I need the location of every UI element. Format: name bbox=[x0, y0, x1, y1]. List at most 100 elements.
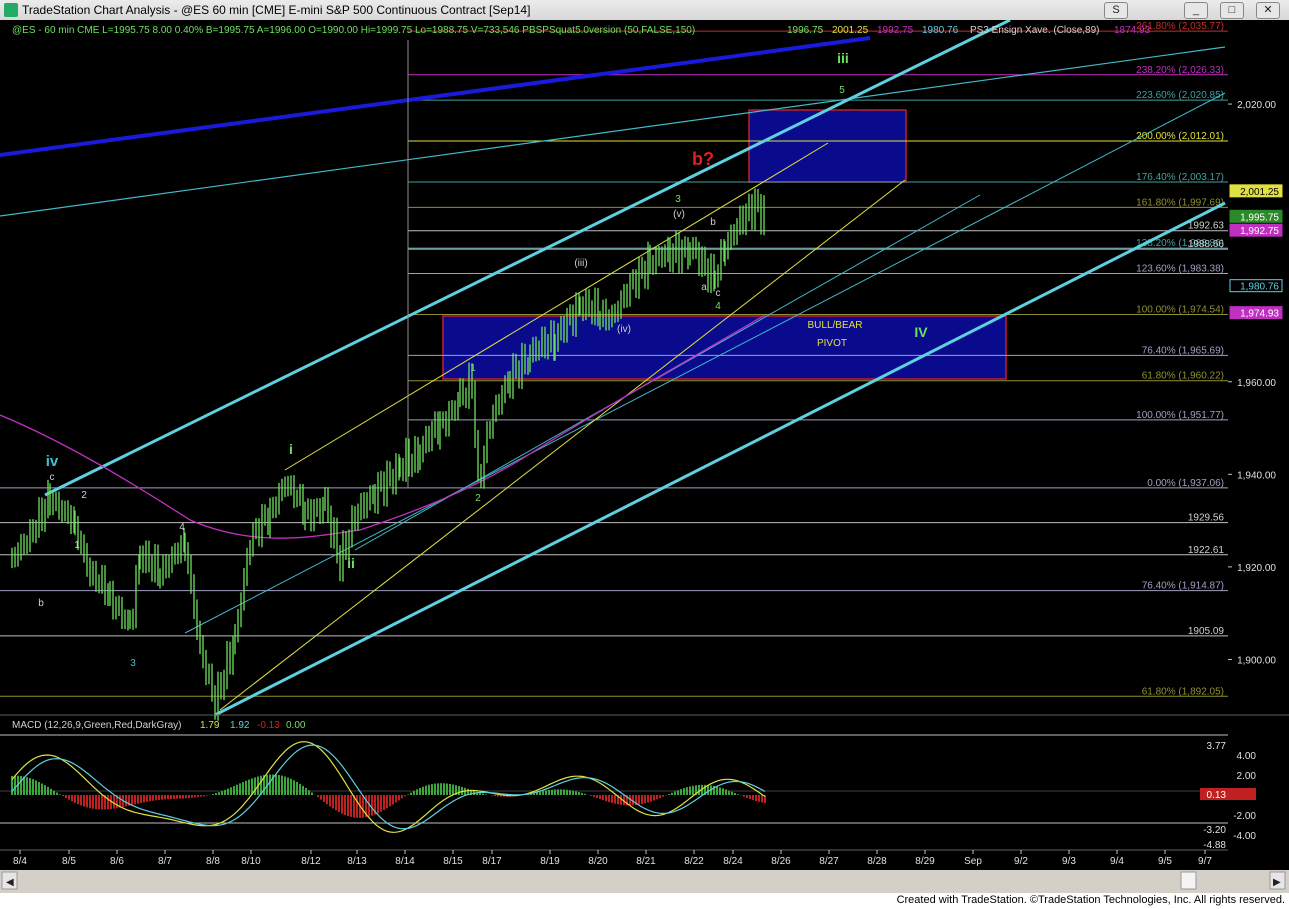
title-bar: TradeStation Chart Analysis - @ES 60 min… bbox=[0, 0, 1289, 21]
macd-tag-label: 3.77 bbox=[1207, 741, 1227, 752]
price-tick-label: 2,020.00 bbox=[1237, 100, 1276, 111]
date-label: 8/13 bbox=[347, 856, 367, 867]
date-label: 8/5 bbox=[62, 856, 76, 867]
price-tag-label: 1,995.75 bbox=[1240, 212, 1279, 223]
date-label: 8/28 bbox=[867, 856, 887, 867]
macd-value-4: 0.00 bbox=[286, 720, 306, 731]
ensign-value: 1874.93 bbox=[1114, 25, 1151, 36]
macd-value-1: 1.79 bbox=[200, 720, 220, 731]
wave-label: b? bbox=[692, 149, 714, 169]
close-button[interactable]: ✕ bbox=[1256, 2, 1280, 19]
wave-label: 5 bbox=[839, 85, 845, 96]
pivot-label-line2: PIVOT bbox=[817, 338, 847, 349]
macd-tag-label: 0.13 bbox=[1207, 790, 1227, 801]
macd-tick-label: 2.00 bbox=[1237, 771, 1257, 782]
date-label: 8/26 bbox=[771, 856, 791, 867]
date-label: 9/3 bbox=[1062, 856, 1076, 867]
wave-label: ii bbox=[347, 555, 355, 571]
macd-tick-label: -2.00 bbox=[1233, 811, 1256, 822]
price-axis: 2,020.00 1,960.00 1,940.00 1,920.00 1,900.00… bbox=[1228, 20, 1289, 720]
symbol-line: @ES - 60 min CME L=1995.75 8.00 0.40% B=… bbox=[12, 25, 695, 36]
wave-label: 3 bbox=[675, 194, 681, 205]
fib-label: 100.00% (1,974.54) bbox=[1136, 304, 1224, 315]
date-label: 8/8 bbox=[206, 856, 220, 867]
wave-label: 4 bbox=[715, 301, 721, 312]
wave-label: a bbox=[701, 282, 707, 293]
wave-label: i bbox=[289, 441, 293, 457]
macd-value-3: -0.13 bbox=[257, 720, 280, 731]
fib-label: 100.00% (1,951.77) bbox=[1136, 410, 1224, 421]
horizontal-scrollbar[interactable]: ◀ ▶ bbox=[0, 870, 1289, 893]
wave-label: 4 bbox=[179, 522, 185, 533]
macd-tag-label: -3.20 bbox=[1203, 825, 1226, 836]
ensign-label: PS3 Ensign Xave. (Close,89) bbox=[970, 25, 1100, 36]
pivot-label-line1: BULL/BEAR bbox=[807, 320, 862, 331]
chart-background bbox=[0, 20, 1289, 893]
fib-label: 1929.56 bbox=[1188, 513, 1225, 524]
wave-label: 2 bbox=[475, 493, 481, 504]
fib-label: 1905.09 bbox=[1188, 626, 1225, 637]
date-label: 8/14 bbox=[395, 856, 415, 867]
price-tick-label: 1,960.00 bbox=[1237, 378, 1276, 389]
wave-label: iii bbox=[837, 50, 849, 66]
macd-tick-label: 4.00 bbox=[1237, 751, 1257, 762]
macd-tick-label: -4.00 bbox=[1233, 831, 1256, 842]
chart-area[interactable]: 261.80% (2,035.77)238.20% (2,026.33)223.… bbox=[0, 20, 1289, 893]
price-tick-label: 1,920.00 bbox=[1237, 563, 1276, 574]
wave-label: IV bbox=[914, 324, 928, 340]
date-label: 8/27 bbox=[819, 856, 839, 867]
footer: Created with TradeStation. ©TradeStation… bbox=[0, 893, 1289, 909]
date-label: 8/17 bbox=[482, 856, 502, 867]
scroll-thumb[interactable] bbox=[1180, 871, 1197, 890]
fib-label: 1922.61 bbox=[1188, 545, 1225, 556]
fib-label: 161.80% (1,997.69) bbox=[1136, 197, 1224, 208]
price-tag-label: 1,980.76 bbox=[1240, 282, 1279, 293]
fib-label: 76.40% (1,914.87) bbox=[1142, 581, 1224, 592]
date-label: 9/2 bbox=[1014, 856, 1028, 867]
fib-label: 61.80% (1,892.05) bbox=[1142, 686, 1224, 697]
wave-label: (v) bbox=[673, 209, 685, 220]
date-label: Sep bbox=[964, 856, 982, 867]
chart-header: @ES - 60 min CME L=1995.75 8.00 0.40% B=… bbox=[12, 25, 1151, 36]
date-label: 8/6 bbox=[110, 856, 124, 867]
maximize-button[interactable]: □ bbox=[1220, 2, 1244, 19]
s-button[interactable]: S bbox=[1104, 2, 1128, 19]
macd-label: MACD (12,26,9,Green,Red,DarkGray) bbox=[12, 720, 182, 731]
ind-value-4: 1980.76 bbox=[922, 25, 959, 36]
minimize-button[interactable]: _ bbox=[1184, 2, 1208, 19]
date-label: 8/22 bbox=[684, 856, 704, 867]
wave-label: b bbox=[38, 598, 44, 609]
date-label: 9/5 bbox=[1158, 856, 1172, 867]
footer-text: Created with TradeStation. ©TradeStation… bbox=[896, 894, 1285, 906]
ind-value-2: 2001.25 bbox=[832, 25, 869, 36]
date-label: 8/4 bbox=[13, 856, 27, 867]
wave-label: b bbox=[710, 217, 716, 228]
window-title: TradeStation Chart Analysis - @ES 60 min… bbox=[22, 3, 531, 17]
fib-label: 1992.63 bbox=[1188, 221, 1225, 232]
date-label: 9/7 bbox=[1198, 856, 1212, 867]
ind-value-1: 1996.75 bbox=[787, 25, 824, 36]
price-tick-label: 1,940.00 bbox=[1237, 470, 1276, 481]
wave-label: 1 bbox=[470, 363, 476, 374]
fib-label: 0.00% (1,937.06) bbox=[1147, 478, 1224, 489]
wave-label: c bbox=[50, 472, 55, 483]
fib-label: 123.60% (1,983.38) bbox=[1136, 264, 1224, 275]
app-icon bbox=[4, 3, 18, 17]
wave-label: c bbox=[716, 288, 721, 299]
date-label: 8/12 bbox=[301, 856, 321, 867]
date-label: 8/29 bbox=[915, 856, 935, 867]
date-label: 8/20 bbox=[588, 856, 608, 867]
date-label: 8/21 bbox=[636, 856, 656, 867]
date-label: 8/24 bbox=[723, 856, 743, 867]
macd-tag-label: -4.88 bbox=[1203, 840, 1226, 851]
wave-label: 1 bbox=[74, 540, 80, 551]
target-box bbox=[748, 109, 907, 183]
wave-label: iv bbox=[46, 453, 59, 470]
ind-value-3: 1992.75 bbox=[877, 25, 914, 36]
date-label: 8/7 bbox=[158, 856, 172, 867]
fib-label: 238.20% (2,026.33) bbox=[1136, 65, 1224, 76]
app-window: TradeStation Chart Analysis - @ES 60 min… bbox=[0, 0, 1289, 909]
fib-label: 76.40% (1,965.69) bbox=[1142, 345, 1224, 356]
date-label: 9/4 bbox=[1110, 856, 1124, 867]
price-tag-label: 1,992.75 bbox=[1240, 226, 1279, 237]
